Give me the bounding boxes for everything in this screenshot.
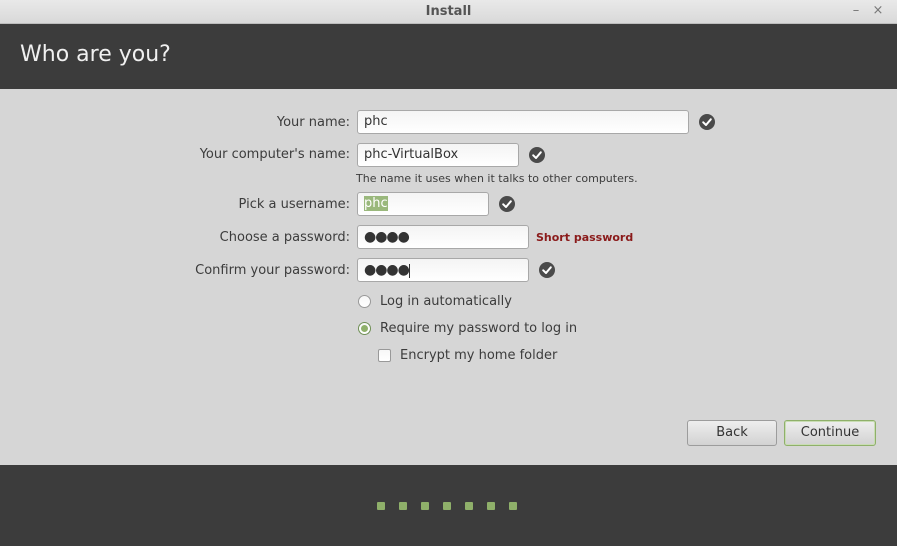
password-field[interactable]: ●●●● [357,225,529,249]
confirm-password-valid-check-icon [539,262,555,278]
username-field[interactable]: phc [357,192,489,216]
computer-name-hint: The name it uses when it talks to other … [356,172,638,185]
username-value-selected: phc [364,196,388,211]
computer-name-field[interactable]: phc-VirtualBox [357,143,519,167]
name-field-value: phc [364,114,388,129]
progress-step-indicator [377,502,385,510]
password-strength-warning: Short password [536,231,634,244]
computer-name-valid-check-icon [529,147,545,163]
user-setup-form: Your name: phc Your computer's name: phc… [0,89,897,465]
window-titlebar: Install – × [0,0,897,24]
install-progress-footer [0,465,897,546]
continue-button[interactable]: Continue [784,420,876,446]
close-button[interactable]: × [870,3,886,19]
name-field[interactable]: phc [357,110,689,134]
back-button[interactable]: Back [687,420,777,446]
progress-step-indicator [443,502,451,510]
confirm-password-field[interactable]: ●●●● [357,258,529,282]
require-password-label: Require my password to log in [380,321,578,336]
progress-step-indicator [509,502,517,510]
login-automatically-label: Log in automatically [380,294,512,309]
name-label: Your name: [276,115,350,130]
text-cursor [408,263,410,278]
login-automatically-radio[interactable] [358,295,371,308]
confirm-password-masked-value: ●●●● [364,262,410,278]
page-header: Who are you? [0,24,897,89]
encrypt-home-checkbox[interactable] [378,349,391,362]
confirm-password-label: Confirm your password: [195,263,350,278]
encrypt-home-label: Encrypt my home folder [400,348,558,363]
window-title: Install [425,4,472,19]
username-label: Pick a username: [238,197,350,212]
username-valid-check-icon [499,196,515,212]
name-valid-check-icon [699,114,715,130]
progress-step-indicator [487,502,495,510]
progress-step-indicator [399,502,407,510]
password-label: Choose a password: [219,230,350,245]
page-title: Who are you? [20,42,171,67]
computer-name-label: Your computer's name: [199,147,350,162]
progress-step-indicator [421,502,429,510]
require-password-radio[interactable] [358,322,371,335]
minimize-button[interactable]: – [848,3,864,19]
computer-name-value: phc-VirtualBox [364,147,459,162]
password-masked-value: ●●●● [364,229,410,245]
progress-step-indicator [465,502,473,510]
